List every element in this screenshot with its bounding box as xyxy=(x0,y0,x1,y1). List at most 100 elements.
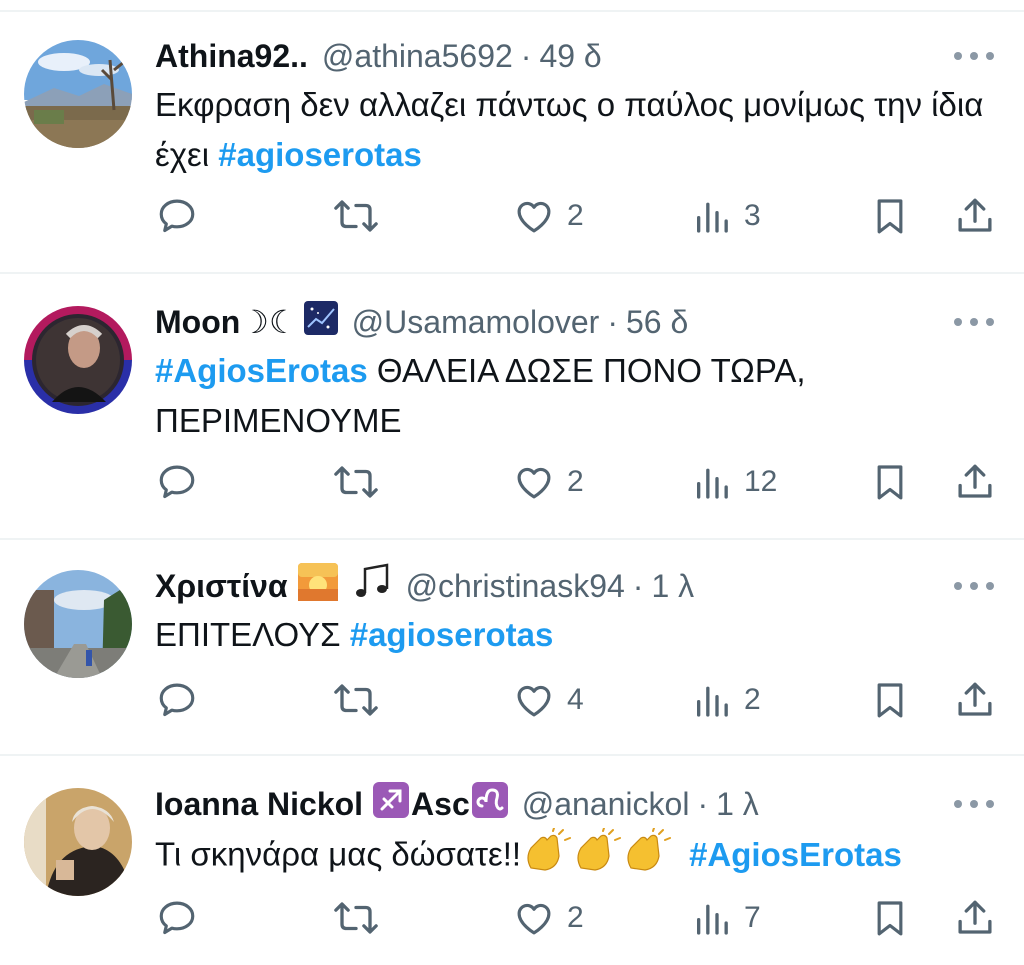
view-count: 3 xyxy=(744,199,761,232)
like-count: 2 xyxy=(567,901,584,934)
separator-dot: · xyxy=(697,786,709,822)
avatar[interactable] xyxy=(24,788,132,896)
like-button[interactable]: 2 xyxy=(513,894,584,942)
views-button[interactable]: 12 xyxy=(692,458,777,506)
tweet-actions: 2 7 xyxy=(0,894,1024,942)
views-icon xyxy=(697,904,728,935)
night-sky-emoji xyxy=(303,300,338,344)
like-icon xyxy=(517,467,551,499)
separator xyxy=(0,538,1024,540)
tweet-actions: 2 3 xyxy=(0,192,1024,240)
sagittarius-emoji xyxy=(373,781,410,827)
share-icon xyxy=(958,464,992,498)
share-button[interactable] xyxy=(954,894,996,942)
like-count: 2 xyxy=(567,465,584,498)
retweet-button[interactable] xyxy=(333,192,379,240)
views-icon xyxy=(697,468,728,499)
retweet-icon xyxy=(334,466,378,498)
retweet-button[interactable] xyxy=(333,676,379,724)
views-button[interactable]: 2 xyxy=(692,676,761,724)
views-button[interactable]: 7 xyxy=(692,894,761,942)
user-handle[interactable]: @christinask94 xyxy=(406,566,625,606)
display-name-suffix[interactable]: Asc xyxy=(411,784,470,824)
like-button[interactable]: 2 xyxy=(513,458,584,506)
hashtag-link[interactable]: #agioserotas xyxy=(218,136,422,173)
more-icon[interactable] xyxy=(954,304,994,340)
hashtag-link[interactable]: #agioserotas xyxy=(350,616,554,653)
bookmark-button[interactable] xyxy=(870,192,910,240)
tweet-text: #AgiosErotas ΘΑΛΕΙΑ ΔΩΣΕ ΠΟΝΟ ΤΩΡΑ, ΠΕΡΙ… xyxy=(155,346,995,446)
reply-button[interactable] xyxy=(156,192,198,240)
bookmark-icon xyxy=(877,199,903,234)
avatar[interactable] xyxy=(24,306,132,414)
sunrise-emoji xyxy=(297,562,338,610)
view-count: 7 xyxy=(744,901,761,934)
more-icon[interactable] xyxy=(954,38,994,74)
like-count: 4 xyxy=(567,683,584,716)
separator xyxy=(0,272,1024,274)
separator xyxy=(0,10,1024,12)
bookmark-button[interactable] xyxy=(870,894,910,942)
view-count: 12 xyxy=(744,465,778,498)
user-handle[interactable]: @Usamamolover xyxy=(352,302,600,342)
display-name[interactable]: Moon☽☾ xyxy=(155,302,298,342)
clapping-hands-emoji xyxy=(523,827,679,886)
user-handle[interactable]: @ananickol xyxy=(522,784,690,824)
like-icon xyxy=(517,685,551,717)
tweet-actions: 2 12 xyxy=(0,458,1024,506)
bookmark-button[interactable] xyxy=(870,676,910,724)
timestamp[interactable]: 56 δ xyxy=(626,302,688,342)
timestamp[interactable]: 1 λ xyxy=(716,784,759,824)
share-button[interactable] xyxy=(954,458,996,506)
share-button[interactable] xyxy=(954,676,996,724)
display-name[interactable]: Athina92.. xyxy=(155,36,308,76)
tweet-text: ΕΠΙΤΕΛΟΥΣ #agioserotas xyxy=(155,610,995,660)
tweet-actions: 4 2 xyxy=(0,676,1024,724)
like-count: 2 xyxy=(567,199,584,232)
like-icon xyxy=(517,201,551,233)
reply-icon xyxy=(159,901,195,935)
retweet-icon xyxy=(334,684,378,716)
reply-button[interactable] xyxy=(156,894,198,942)
hashtag-link[interactable]: #AgiosErotas xyxy=(155,352,368,389)
separator xyxy=(0,754,1024,756)
tweet-text: Τι σκηνάρα μας δώσατε!! #AgiosErotas xyxy=(155,827,995,886)
reply-button[interactable] xyxy=(156,458,198,506)
reply-icon xyxy=(159,199,195,233)
retweet-button[interactable] xyxy=(333,894,379,942)
bookmark-icon xyxy=(877,465,903,500)
share-button[interactable] xyxy=(954,192,996,240)
retweet-icon xyxy=(334,200,378,232)
share-icon xyxy=(958,682,992,716)
separator-dot: · xyxy=(520,38,532,74)
tweet-text-body: ΕΠΙΤΕΛΟΥΣ xyxy=(155,616,350,653)
retweet-icon xyxy=(334,902,378,934)
separator-dot: · xyxy=(632,568,644,604)
tweet-text: Εκφραση δεν αλλαζει πάντως ο παύλος μονί… xyxy=(155,80,995,180)
views-icon xyxy=(697,686,728,717)
display-name[interactable]: Ioanna Nickol xyxy=(155,784,363,824)
user-handle[interactable]: @athina5692 xyxy=(322,36,513,76)
timestamp[interactable]: 49 δ xyxy=(539,36,601,76)
like-button[interactable]: 2 xyxy=(513,192,584,240)
hashtag-link[interactable]: #AgiosErotas xyxy=(689,836,902,873)
more-icon[interactable] xyxy=(954,568,994,604)
retweet-button[interactable] xyxy=(333,458,379,506)
tweet-text-body: Τι σκηνάρα μας δώσατε!! xyxy=(155,835,522,873)
separator-dot: · xyxy=(607,304,618,340)
more-icon[interactable] xyxy=(954,786,994,822)
bookmark-button[interactable] xyxy=(870,458,910,506)
reply-button[interactable] xyxy=(156,676,198,724)
avatar[interactable] xyxy=(24,570,132,678)
bookmark-icon xyxy=(877,901,903,936)
musical-notes-emoji xyxy=(352,563,392,610)
leo-emoji xyxy=(471,781,508,827)
display-name[interactable]: Χριστίνα xyxy=(155,566,288,606)
avatar[interactable] xyxy=(24,40,132,148)
views-icon xyxy=(697,202,728,233)
like-button[interactable]: 4 xyxy=(513,676,584,724)
views-button[interactable]: 3 xyxy=(692,192,761,240)
reply-icon xyxy=(159,465,195,499)
share-icon xyxy=(958,900,992,934)
timestamp[interactable]: 1 λ xyxy=(651,566,694,606)
